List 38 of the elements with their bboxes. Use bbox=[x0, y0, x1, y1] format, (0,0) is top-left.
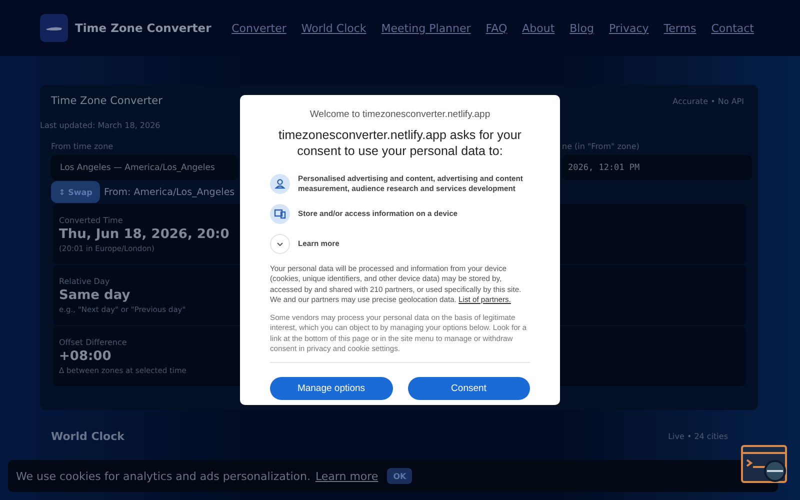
devices-icon bbox=[270, 204, 290, 224]
result-value: Thu, Jun 18, 2026, 20:0 bbox=[59, 226, 230, 242]
dialog-subtitle: Welcome to timezonesconverter.netlify.app bbox=[308, 109, 492, 120]
accuracy-note: Accurate • No API bbox=[672, 96, 744, 106]
result-value: Same day bbox=[59, 288, 130, 302]
learn-more-link[interactable]: Learn more bbox=[315, 470, 378, 482]
result-label: Relative Day bbox=[59, 276, 110, 286]
datetime-field[interactable]: 2026, 12:01 PM bbox=[562, 155, 752, 180]
nav-link[interactable]: About bbox=[522, 22, 555, 34]
person-icon bbox=[270, 174, 290, 194]
timezone-select[interactable]: Los Angeles — America/Los_Angeles bbox=[51, 155, 238, 180]
result-label: Offset Difference bbox=[59, 338, 127, 346]
consent-button[interactable]: Consent bbox=[408, 377, 530, 400]
nav-link[interactable]: Blog bbox=[570, 22, 594, 34]
field-label: ne (in "From" zone) bbox=[562, 142, 640, 151]
last-updated: Last updated: March 18, 2026 bbox=[40, 121, 162, 130]
from-zone-note: From: America/Los_Angeles bbox=[104, 186, 235, 198]
nav-link[interactable]: Privacy bbox=[608, 22, 649, 34]
console-icon[interactable] bbox=[741, 445, 789, 485]
ok-button[interactable]: OK bbox=[387, 468, 412, 484]
cookie-text: We use cookies for analytics and ads personalization. bbox=[16, 470, 310, 482]
nav-link[interactable]: Terms bbox=[664, 22, 696, 34]
world-clock-meta: Live • 24 cities bbox=[668, 432, 728, 441]
dialog-title: timezonesconverter.netlify.app asks for your consent to use your personal data to: bbox=[278, 127, 522, 160]
swap-button[interactable]: ↕ Swap bbox=[51, 181, 100, 203]
manage-options-button[interactable]: Manage options bbox=[270, 377, 392, 400]
result-value: +08:00 bbox=[59, 348, 112, 364]
nav-link[interactable]: FAQ bbox=[486, 22, 508, 34]
section-title: World Clock bbox=[51, 430, 124, 443]
field-label: From time zone bbox=[51, 142, 114, 151]
result-label: Converted Time bbox=[59, 216, 123, 224]
site-title: Time Zone Converter bbox=[75, 21, 212, 35]
section-title: Time Zone Converter bbox=[51, 95, 162, 107]
nav-link[interactable]: Meeting Planner bbox=[381, 22, 471, 34]
nav-link[interactable]: Contact bbox=[711, 22, 754, 34]
nav-link[interactable]: World Clock bbox=[301, 22, 366, 34]
nav-link[interactable]: Converter bbox=[232, 22, 286, 34]
logo-icon bbox=[40, 14, 68, 42]
